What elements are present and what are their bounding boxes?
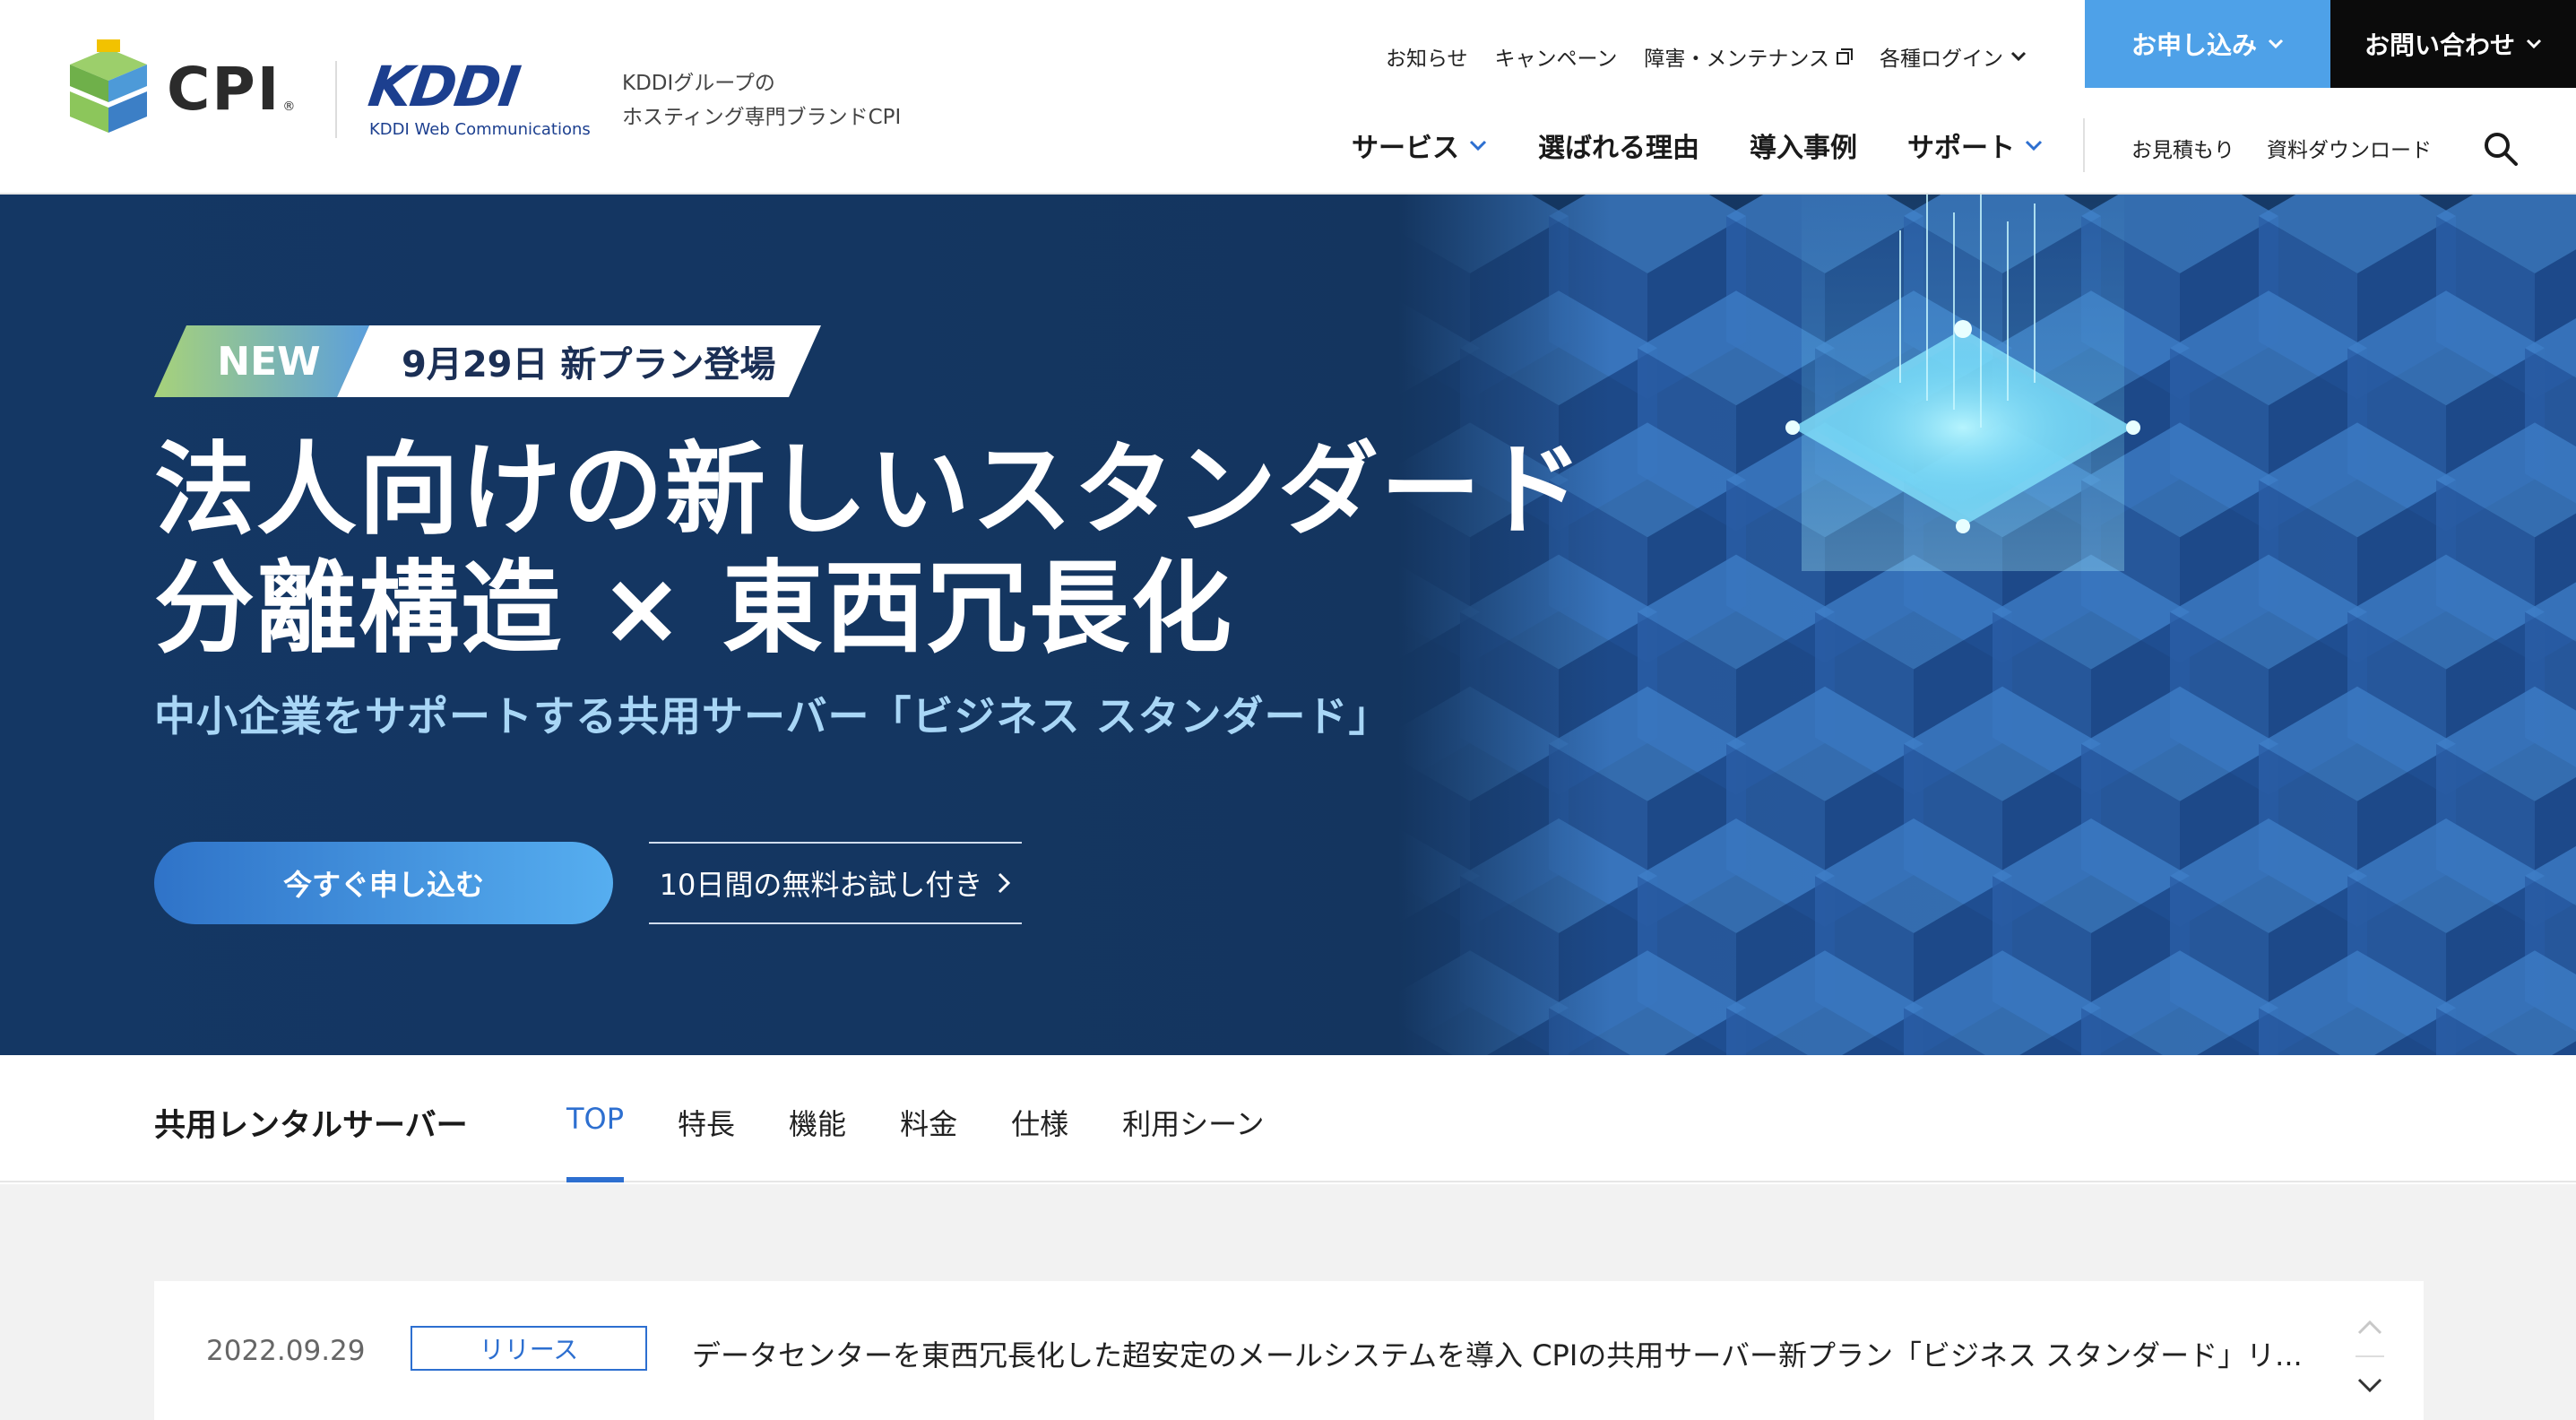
cpi-logo-mark-icon (70, 39, 147, 133)
nav-service-dropdown[interactable]: サービス (1352, 126, 1488, 165)
tagline-line-1: KDDIグループの (622, 72, 775, 95)
hero-banner: NEW 9月29日 新プラン登場 法人向けの新しいスタンダード 分離構造 × 東… (0, 195, 2576, 1055)
util-campaign-link[interactable]: キャンペーン (1495, 41, 1618, 72)
section-tabs: TOP 特長 機能 料金 仕様 利用シーン (566, 1102, 1265, 1182)
site-header: CPI ® KDDI KDDI Web Communications KDDIグ… (0, 0, 2576, 195)
news-item[interactable]: 2022.09.29 リリース データセンターを東西冗長化した超安定のメールシス… (154, 1281, 2424, 1420)
tab-top[interactable]: TOP (566, 1102, 625, 1182)
header-apply-button[interactable]: お申し込み (2085, 0, 2330, 88)
cpi-logo-text: CPI (167, 54, 281, 124)
tab-pricing[interactable]: 料金 (900, 1102, 957, 1182)
nav-support-label: サポート (1907, 133, 2015, 164)
tab-specs[interactable]: 仕様 (1011, 1102, 1068, 1182)
kddi-logo-text: KDDI (364, 54, 523, 119)
hero-headline-line-2: 分離構造 × 東西冗長化 (154, 550, 1233, 667)
util-login-dropdown[interactable]: 各種ログイン (1880, 41, 2027, 72)
nav-download-link[interactable]: 資料ダウンロード (2267, 133, 2432, 163)
news-section: 2022.09.29 リリース データセンターを東西冗長化した超安定のメールシス… (0, 1184, 2576, 1420)
external-link-icon (1836, 48, 1853, 65)
search-icon[interactable] (2483, 131, 2519, 167)
header-contact-button[interactable]: お問い合わせ (2330, 0, 2576, 88)
new-plan-badge: NEW 9月29日 新プラン登場 (154, 325, 821, 397)
chevron-down-icon (2268, 39, 2284, 49)
news-category-badge: リリース (411, 1326, 647, 1371)
free-trial-label: 10日間の無料お試し付き (659, 868, 983, 902)
utility-nav: お知らせ キャンペーン 障害・メンテナンス 各種ログイン (1386, 41, 2027, 72)
chevron-down-icon (2357, 1378, 2382, 1393)
brand-tagline: KDDIグループの ホスティング専門ブランドCPI (622, 66, 901, 134)
nav-cases-link[interactable]: 導入事例 (1750, 126, 1857, 165)
hero-headline-line-1: 法人向けの新しいスタンダード (154, 432, 1585, 549)
nav-estimate-link[interactable]: お見積もり (2131, 133, 2235, 163)
kddi-logo-subtext: KDDI Web Communications (369, 120, 591, 139)
util-news-link[interactable]: お知らせ (1386, 41, 1468, 72)
news-date: 2022.09.29 (206, 1335, 366, 1367)
apply-now-button[interactable]: 今すぐ申し込む (154, 842, 613, 924)
hero-headline: 法人向けの新しいスタンダード 分離構造 × 東西冗長化 (154, 431, 1585, 668)
util-news-label: お知らせ (1386, 48, 1468, 71)
section-tabs-bar: 共用レンタルサーバー TOP 特長 機能 料金 仕様 利用シーン (0, 1055, 2576, 1182)
section-title: 共用レンタルサーバー (154, 1108, 468, 1144)
util-login-label: 各種ログイン (1879, 48, 2003, 71)
sub-nav: お見積もり 資料ダウンロード (2131, 133, 2432, 163)
header-contact-label: お問い合わせ (2364, 30, 2515, 60)
registered-mark: ® (282, 100, 296, 114)
util-campaign-label: キャンペーン (1494, 48, 1618, 71)
tab-functions[interactable]: 機能 (789, 1102, 846, 1182)
kddi-logo[interactable]: KDDI KDDI Web Communications (365, 54, 591, 139)
chevron-up-icon (2357, 1320, 2382, 1335)
tab-features[interactable]: 特長 (678, 1102, 735, 1182)
header-apply-label: お申し込み (2131, 30, 2257, 60)
nav-service-label: サービス (1352, 133, 1459, 164)
util-maintenance-label: 障害・メンテナンス (1644, 48, 1829, 71)
nav-support-dropdown[interactable]: サポート (1907, 126, 2044, 165)
cpi-logo[interactable]: CPI ® (70, 39, 295, 138)
chevron-right-icon (998, 872, 1011, 894)
tagline-line-2: ホスティング専門ブランドCPI (622, 106, 902, 129)
chevron-down-icon (2025, 140, 2043, 152)
chevron-down-icon (1469, 140, 1487, 152)
logo-divider (335, 61, 337, 138)
tab-use-cases[interactable]: 利用シーン (1122, 1102, 1264, 1182)
main-nav: サービス 選ばれる理由 導入事例 サポート (1352, 126, 2044, 165)
nav-reasons-link[interactable]: 選ばれる理由 (1538, 126, 1699, 165)
chevron-down-icon (2010, 51, 2027, 62)
nav-cases-label: 導入事例 (1750, 133, 1857, 164)
util-maintenance-link[interactable]: 障害・メンテナンス (1644, 41, 1853, 72)
nav-divider (2083, 118, 2085, 172)
chevron-down-icon (2526, 39, 2542, 49)
news-headline[interactable]: データセンターを東西冗長化した超安定のメールシステムを導入 CPIの共用サーバー… (692, 1333, 2467, 1374)
badge-new: NEW (154, 325, 369, 397)
hero-subheadline: 中小企業をサポートする共用サーバー「ビジネス スタンダード」 (154, 692, 1391, 740)
badge-date: 9月29日 新プラン登場 (337, 325, 821, 397)
free-trial-link[interactable]: 10日間の無料お試し付き (649, 842, 1022, 924)
news-carousel-controls (2356, 1320, 2384, 1393)
nav-reasons-label: 選ばれる理由 (1538, 133, 1699, 164)
